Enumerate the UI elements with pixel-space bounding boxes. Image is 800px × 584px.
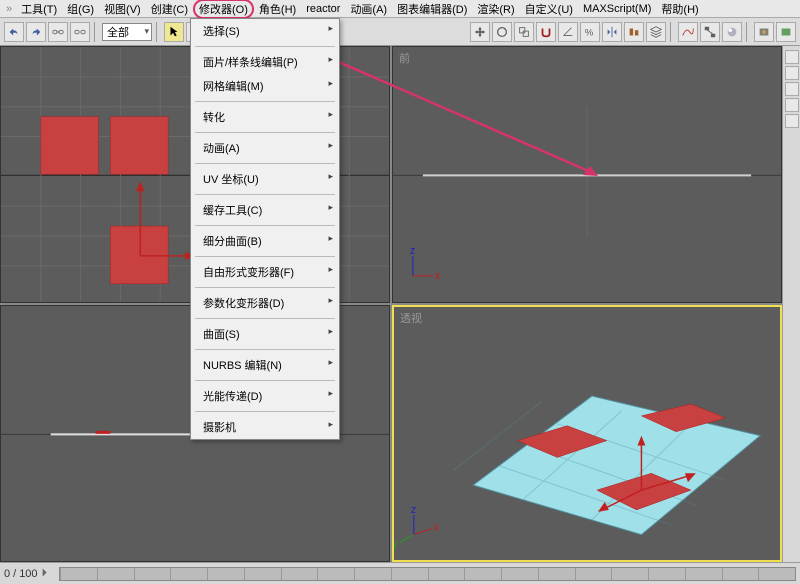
schematic-button[interactable]: [700, 22, 720, 42]
redo-button[interactable]: [26, 22, 46, 42]
menu-chevrons: »: [2, 3, 16, 15]
object-box-1[interactable]: [41, 117, 99, 175]
frame-total: 100: [19, 568, 37, 580]
viewport-perspective[interactable]: 透视 x z y: [392, 305, 782, 562]
svg-text:z: z: [411, 504, 416, 516]
menu-reactor[interactable]: reactor: [301, 2, 345, 16]
undo-button[interactable]: [4, 22, 24, 42]
menu-item-ffd[interactable]: 自由形式变形器(F): [191, 260, 339, 284]
svg-text:x: x: [435, 270, 441, 282]
menu-item-patch-spline[interactable]: 面片/样条线编辑(P): [191, 50, 339, 74]
move-button[interactable]: [470, 22, 490, 42]
menu-render[interactable]: 渲染(R): [472, 0, 519, 18]
unlink-button[interactable]: [70, 22, 90, 42]
viewport-front[interactable]: 前 x z: [392, 46, 782, 303]
snap-toggle[interactable]: [536, 22, 556, 42]
statusbar: 0 / 100 ⏵: [0, 562, 800, 584]
menu-maxscript[interactable]: MAXScript(M): [578, 2, 656, 16]
percent-snap-toggle[interactable]: %: [580, 22, 600, 42]
material-button[interactable]: [722, 22, 742, 42]
angle-snap-toggle[interactable]: [558, 22, 578, 42]
axis-tripod: x z y: [394, 504, 440, 551]
mirror-button[interactable]: [602, 22, 622, 42]
menu-item-uv[interactable]: UV 坐标(U): [191, 167, 339, 191]
object-box-3[interactable]: [110, 226, 168, 284]
timeline-slider[interactable]: [59, 567, 796, 581]
menu-item-param-deform[interactable]: 参数化变形器(D): [191, 291, 339, 315]
menu-modifiers[interactable]: 修改器(O): [193, 0, 254, 19]
menu-item-nurbs[interactable]: NURBS 编辑(N): [191, 353, 339, 377]
menubar: » 工具(T) 组(G) 视图(V) 创建(C) 修改器(O) 角色(H) re…: [0, 0, 800, 18]
svg-text:x: x: [434, 522, 440, 534]
menu-item-mesh-edit[interactable]: 网格编辑(M): [191, 74, 339, 98]
panel-tab-hierarchy[interactable]: [785, 82, 799, 96]
menu-item-camera[interactable]: 摄影机: [191, 415, 339, 439]
menu-item-convert[interactable]: 转化: [191, 105, 339, 129]
panel-tab-display[interactable]: [785, 114, 799, 128]
panel-tab-create[interactable]: [785, 50, 799, 64]
menu-help[interactable]: 帮助(H): [656, 0, 703, 18]
chevron-right-icon[interactable]: ⏵: [38, 567, 52, 580]
menu-graph[interactable]: 图表编辑器(D): [392, 0, 472, 18]
svg-text:z: z: [410, 245, 415, 257]
panel-tab-motion[interactable]: [785, 98, 799, 112]
menu-item-subdiv[interactable]: 细分曲面(B): [191, 229, 339, 253]
menu-item-radiosity[interactable]: 光能传递(D): [191, 384, 339, 408]
menu-create[interactable]: 创建(C): [146, 0, 193, 18]
menu-item-surface[interactable]: 曲面(S): [191, 322, 339, 346]
grid-icon: [393, 107, 781, 236]
axis-tripod: x z: [410, 245, 441, 282]
select-button[interactable]: [164, 22, 184, 42]
command-panel: [782, 46, 800, 562]
viewport-perspective-label: 透视: [400, 310, 422, 326]
layers-button[interactable]: [646, 22, 666, 42]
panel-tab-modify[interactable]: [785, 66, 799, 80]
svg-text:%: %: [585, 27, 594, 38]
menu-tools[interactable]: 工具(T): [16, 0, 62, 18]
menu-item-cache[interactable]: 缓存工具(C): [191, 198, 339, 222]
link-button[interactable]: [48, 22, 68, 42]
svg-text:y: y: [394, 538, 398, 550]
menu-animation[interactable]: 动画(A): [345, 0, 392, 18]
menu-view[interactable]: 视图(V): [99, 0, 146, 18]
object-box-2[interactable]: [110, 117, 168, 175]
align-button[interactable]: [624, 22, 644, 42]
selection-filter-combo[interactable]: 全部: [102, 23, 152, 41]
viewport-front-label: 前: [399, 50, 410, 66]
menu-item-selection[interactable]: 选择(S): [191, 19, 339, 43]
quick-render-button[interactable]: [776, 22, 796, 42]
rotate-button[interactable]: [492, 22, 512, 42]
render-button[interactable]: [754, 22, 774, 42]
viewport-container: 前 x z 透视: [0, 46, 782, 562]
frame-sep: /: [10, 568, 19, 580]
menu-item-animation[interactable]: 动画(A): [191, 136, 339, 160]
menu-customize[interactable]: 自定义(U): [520, 0, 578, 18]
modifiers-menu: 选择(S) 面片/样条线编辑(P) 网格编辑(M) 转化 动画(A) UV 坐标…: [190, 18, 340, 440]
curve-editor-button[interactable]: [678, 22, 698, 42]
combo-label: 全部: [107, 24, 129, 40]
menu-group[interactable]: 组(G): [62, 0, 99, 18]
toolbar: 全部 %: [0, 18, 800, 46]
scale-button[interactable]: [514, 22, 534, 42]
menu-character[interactable]: 角色(H): [254, 0, 301, 18]
